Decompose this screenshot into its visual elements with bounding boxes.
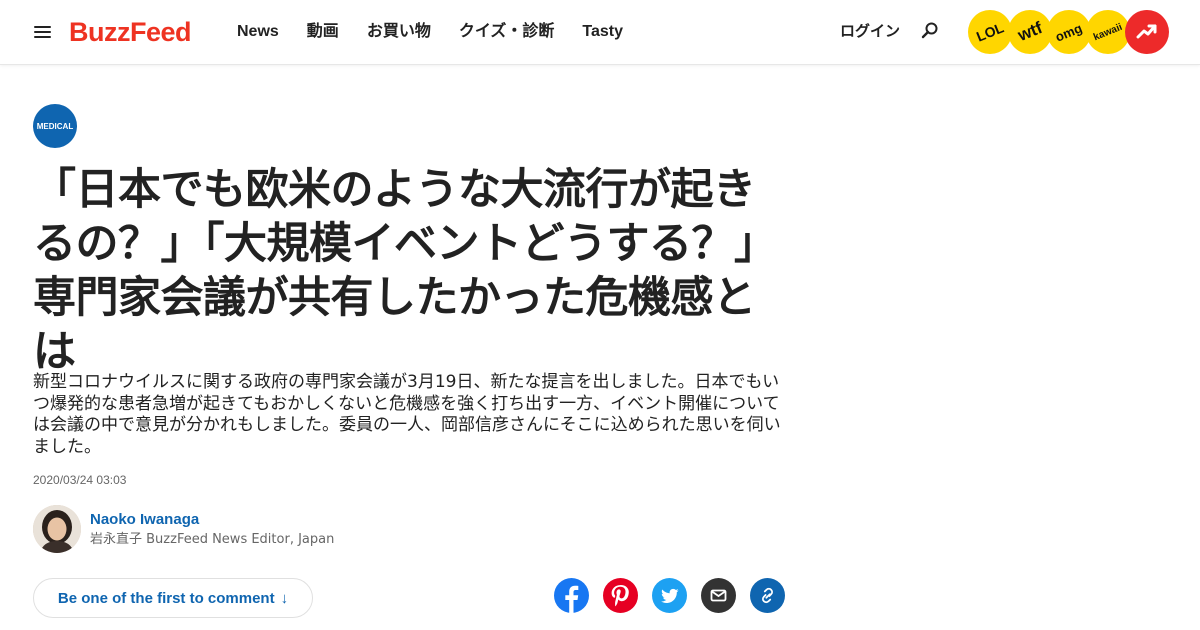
- search-icon[interactable]: [920, 21, 940, 41]
- site-header: BuzzFeed News 動画 お買い物 クイズ・診断 Tasty ログイン …: [0, 0, 1200, 65]
- comment-label: Be one of the first to comment: [57, 589, 275, 607]
- mail-icon[interactable]: [701, 578, 736, 613]
- nav-video[interactable]: 動画: [307, 20, 339, 44]
- author-avatar[interactable]: [33, 505, 81, 553]
- link-icon[interactable]: [750, 578, 785, 613]
- wtf-badge[interactable]: wtf: [1008, 10, 1052, 54]
- facebook-icon[interactable]: [554, 578, 589, 613]
- lol-badge[interactable]: LOL: [968, 10, 1012, 54]
- trending-icon[interactable]: [1125, 10, 1169, 54]
- buzzfeed-logo[interactable]: BuzzFeed: [69, 14, 192, 50]
- pinterest-icon[interactable]: [603, 578, 638, 613]
- reaction-badges: LOL wtf omg kawaii: [968, 10, 1170, 54]
- kawaii-badge[interactable]: kawaii: [1086, 10, 1130, 54]
- nav-quiz[interactable]: クイズ・診断: [459, 20, 555, 44]
- arrow-down-icon: ↓: [280, 589, 289, 607]
- article-description: 新型コロナウイルスに関する政府の専門家会議が3月19日、新たな提言を出しました。…: [33, 372, 781, 457]
- main-nav: News 動画 お買い物 クイズ・診断 Tasty: [237, 20, 651, 44]
- login-link[interactable]: ログイン: [840, 20, 900, 44]
- author-name[interactable]: Naoko Iwanaga: [90, 510, 199, 530]
- comment-button[interactable]: Be one of the first to comment ↓: [33, 578, 313, 618]
- twitter-icon[interactable]: [652, 578, 687, 613]
- nav-news[interactable]: News: [237, 20, 279, 44]
- omg-badge[interactable]: omg: [1047, 10, 1091, 54]
- article-title: 「日本でも欧米のような大流行が起きるの？」「大規模イベントどうする？」 専門家会…: [33, 165, 777, 377]
- nav-tasty[interactable]: Tasty: [582, 20, 623, 44]
- author-title: 岩永直子 BuzzFeed News Editor, Japan: [90, 532, 335, 547]
- publish-timestamp: 2020/03/24 03:03: [33, 473, 127, 487]
- category-badge[interactable]: MEDICAL: [33, 104, 77, 148]
- nav-shopping[interactable]: お買い物: [367, 20, 431, 44]
- menu-icon[interactable]: [34, 24, 52, 40]
